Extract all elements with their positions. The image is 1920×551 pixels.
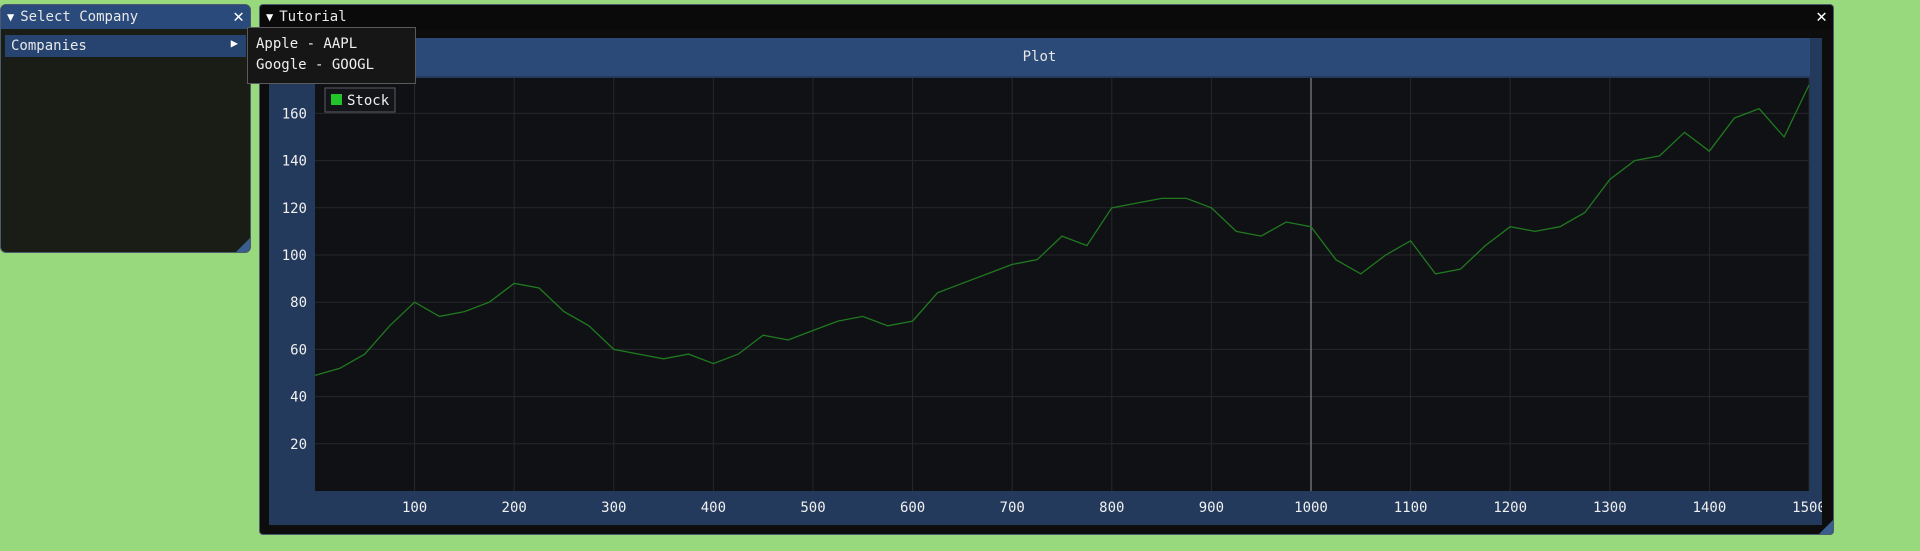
x-tick-label: 300 <box>601 500 626 516</box>
submenu-arrow-icon: ▶ <box>230 36 238 50</box>
legend-swatch <box>331 94 342 105</box>
select-company-window: ▼ Select Company ✕ Companies ▶ <box>0 4 251 253</box>
y-tick-label: 40 <box>290 390 307 406</box>
collapse-arrow-icon[interactable]: ▼ <box>266 10 273 24</box>
tutorial-window: ▼ Tutorial ✕ Plot 100 200 300 400 500 600 700 8… <box>259 4 1834 535</box>
y-tick-label: 100 <box>282 248 307 264</box>
y-tick-label: 80 <box>290 295 307 311</box>
x-tick-label: 1200 <box>1493 500 1527 516</box>
plot-frame: Plot 100 200 300 400 500 600 700 800 900 1000 1100… <box>269 38 1822 525</box>
x-tick-label: 600 <box>900 500 925 516</box>
x-tick-label: 900 <box>1199 500 1224 516</box>
x-tick-label: 1300 <box>1593 500 1627 516</box>
close-icon[interactable]: ✕ <box>233 7 244 27</box>
collapse-arrow-icon[interactable]: ▼ <box>7 10 14 24</box>
plot-area <box>315 78 1809 491</box>
stock-chart[interactable]: 100 200 300 400 500 600 700 800 900 1000 1100 1200 1… <box>269 38 1822 525</box>
select-company-titlebar[interactable]: ▼ Select Company ✕ <box>1 5 250 29</box>
x-tick-label: 1500 <box>1792 500 1822 516</box>
x-tick-label: 1000 <box>1294 500 1328 516</box>
menu-item-google[interactable]: Google - GOOGL <box>256 55 415 76</box>
y-tick-label: 120 <box>282 201 307 217</box>
companies-popup: Apple - AAPL Google - GOOGL <box>247 27 416 84</box>
window-title: Tutorial <box>279 9 347 25</box>
x-tick-label: 500 <box>800 500 825 516</box>
x-tick-label: 400 <box>701 500 726 516</box>
x-tick-label: 800 <box>1099 500 1124 516</box>
x-tick-label: 100 <box>402 500 427 516</box>
companies-menu-label: Companies <box>11 38 87 54</box>
resize-grip[interactable] <box>236 238 250 252</box>
legend-label: Stock <box>347 93 390 109</box>
x-tick-label: 700 <box>1000 500 1025 516</box>
menu-item-apple[interactable]: Apple - AAPL <box>256 34 415 55</box>
y-tick-label: 60 <box>290 342 307 358</box>
x-tick-label: 1400 <box>1693 500 1727 516</box>
y-tick-label: 140 <box>282 154 307 170</box>
x-tick-label: 1100 <box>1394 500 1428 516</box>
close-icon[interactable]: ✕ <box>1816 7 1827 27</box>
window-title: Select Company <box>20 9 139 25</box>
resize-grip[interactable] <box>1819 520 1833 534</box>
x-tick-label: 200 <box>502 500 527 516</box>
y-tick-label: 20 <box>290 437 307 453</box>
tutorial-titlebar[interactable]: ▼ Tutorial ✕ <box>260 5 1833 29</box>
companies-menu[interactable]: Companies ▶ <box>5 35 246 57</box>
y-tick-label: 160 <box>282 106 307 122</box>
